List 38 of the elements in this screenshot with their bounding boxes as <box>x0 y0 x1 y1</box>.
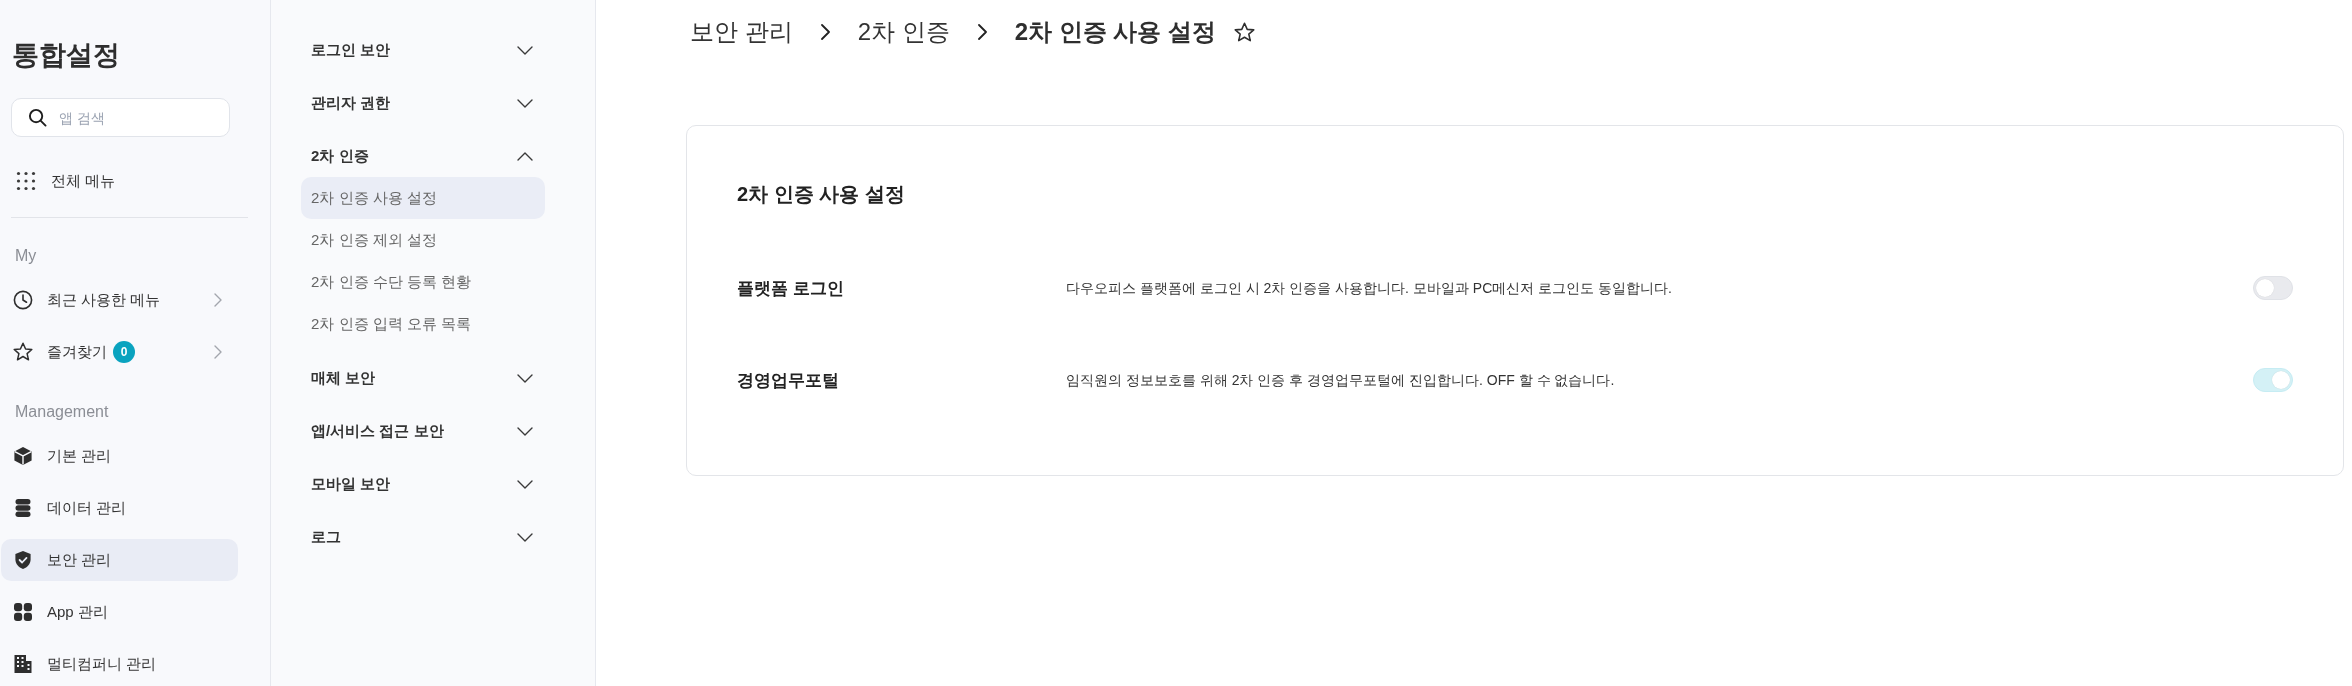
chevron-right-icon <box>214 345 222 359</box>
count-badge: 0 <box>113 341 135 363</box>
setting-description: 다우오피스 플랫폼에 로그인 시 2차 인증을 사용합니다. 모바일과 PC메신저 로그인도 동일합니다. <box>1066 278 1672 298</box>
cube-icon <box>13 446 33 466</box>
menu-group[interactable]: 로그인 보안 <box>301 29 545 71</box>
shield-check-icon <box>13 550 33 570</box>
breadcrumb-current: 2차 인증 사용 설정 <box>1014 17 1217 47</box>
chevron-right-icon <box>820 24 830 40</box>
favorite-star-icon[interactable] <box>1234 21 1256 43</box>
database-icon <box>13 498 33 518</box>
building-icon <box>13 654 33 674</box>
section-heading: Management <box>15 402 109 422</box>
card-title: 2차 인증 사용 설정 <box>737 182 905 207</box>
toggle-switch[interactable] <box>2253 276 2293 300</box>
clock-icon <box>13 290 33 310</box>
chevron-right-icon <box>214 293 222 307</box>
all-menu-button[interactable]: 전체 메뉴 <box>1 159 238 203</box>
menu-group[interactable]: 로그 <box>301 516 545 558</box>
setting-label: 경영업무포털 <box>737 370 839 389</box>
menu-group[interactable]: 앱/서비스 접근 보안 <box>301 410 545 452</box>
section-heading: My <box>15 246 37 266</box>
menu-group[interactable]: 관리자 권한 <box>301 82 545 124</box>
star-icon <box>13 342 33 362</box>
chevron-right-icon <box>977 24 987 40</box>
search-icon <box>28 108 47 127</box>
setting-description: 임직원의 정보보호를 위해 2차 인증 후 경영업무포털에 진입합니다. OFF 할 수 없습니다. <box>1066 370 1615 390</box>
menu-group[interactable]: 모바일 보안 <box>301 463 545 505</box>
menu-group[interactable]: 매체 보안 <box>301 357 545 399</box>
search-field[interactable]: 앱 검색 <box>11 98 230 137</box>
breadcrumb-link[interactable]: 보안 관리 <box>690 14 793 50</box>
four-squares-icon <box>13 602 33 622</box>
menu-group[interactable]: 2차 인증 <box>301 135 545 177</box>
submenu-item[interactable]: 2차 인증 사용 설정 <box>301 177 545 219</box>
app-title: 통합설정 <box>12 39 120 72</box>
setting-label: 플랫폼 로그인 <box>737 278 844 297</box>
breadcrumb-link[interactable]: 2차 인증 <box>857 14 950 50</box>
sidebar-item[interactable]: 보안 관리 <box>1 539 238 581</box>
dots-grid-icon <box>16 171 36 191</box>
